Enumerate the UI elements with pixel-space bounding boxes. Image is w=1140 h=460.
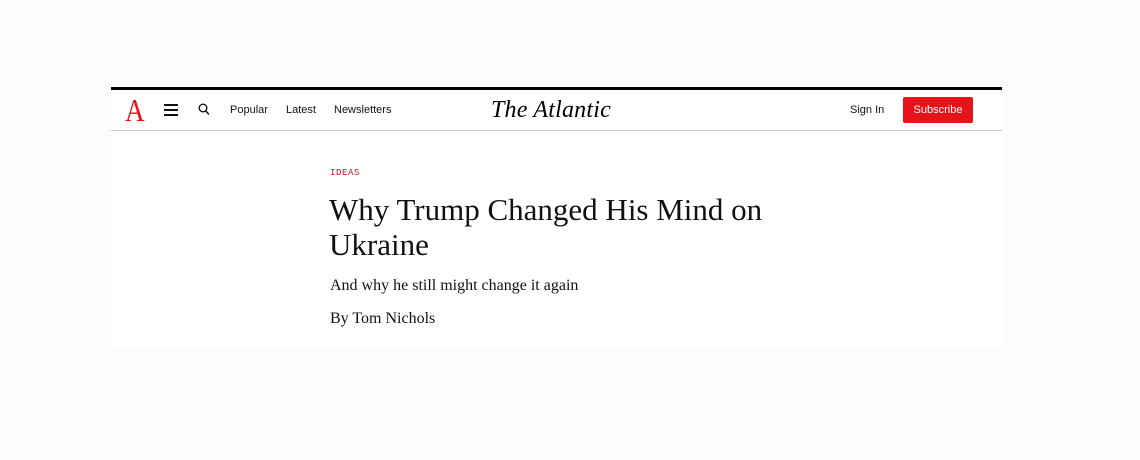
nav-link-popular[interactable]: Popular [230,104,268,117]
search-icon[interactable] [198,103,210,116]
article-dek: And why he still might change it again [330,277,579,294]
article-byline: By Tom Nichols [330,310,436,327]
nav-link-newsletters[interactable]: Newsletters [334,104,391,117]
sign-in-link[interactable]: Sign In [850,104,884,117]
subscribe-button[interactable]: Subscribe [903,97,973,123]
nav-link-latest[interactable]: Latest [286,104,316,117]
section-label[interactable]: IDEAS [330,168,360,178]
site-header: A Popular Latest Newsletters The Atlanti… [111,90,1002,131]
atlantic-logo[interactable]: A [125,94,145,126]
site-masthead[interactable]: The Atlantic [491,97,611,123]
hamburger-menu-icon[interactable] [164,104,178,116]
article-headline: Why Trump Changed His Mind on Ukraine [329,192,763,262]
article-page: A Popular Latest Newsletters The Atlanti… [111,87,1002,349]
